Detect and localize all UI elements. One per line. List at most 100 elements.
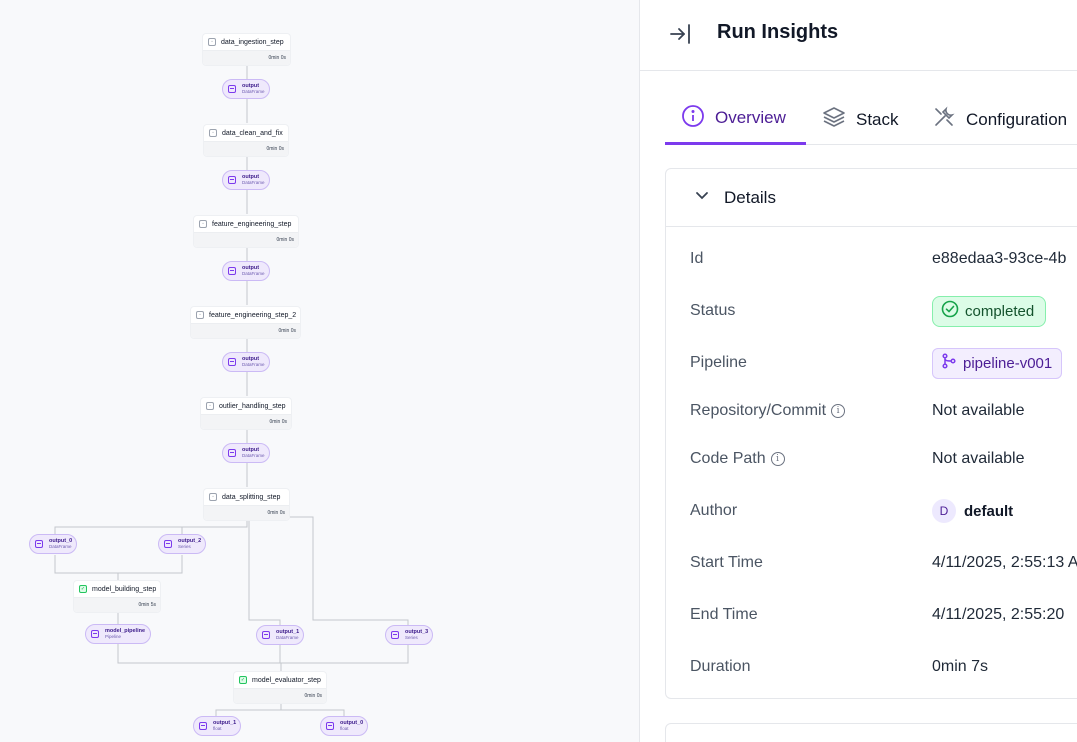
artifact-type: DataFrame: [242, 453, 265, 458]
tab-overview[interactable]: Overview: [665, 94, 806, 145]
detail-value: Not available: [932, 450, 1025, 467]
step-status-icon: ◦: [208, 38, 216, 46]
detail-key-label: Code Path: [690, 450, 766, 467]
detail-key: Pipeline: [690, 354, 747, 371]
detail-row-duration: Duration 0min 7s: [690, 655, 1077, 679]
detail-row-code-path: Code Path i Not available: [690, 447, 1077, 471]
detail-row-author: Author D default: [690, 499, 1077, 523]
tab-label: Overview: [715, 108, 786, 127]
tab-configuration[interactable]: Configuration: [916, 94, 1077, 145]
artifact-type: Series: [405, 635, 418, 640]
step-duration: 0min 0s: [267, 510, 285, 516]
dag-artifact[interactable]: output_0 float: [320, 716, 368, 736]
step-duration: 0min 0s: [304, 693, 322, 699]
details-toggle[interactable]: Details: [666, 169, 1077, 227]
next-section-card: [665, 723, 1077, 742]
dag-step-outlier-handling[interactable]: ◦ outlier_handling_step 0min 0s: [201, 398, 291, 429]
detail-key: Code Path i: [690, 450, 785, 468]
detail-value: Not available: [932, 402, 1025, 419]
dag-artifact[interactable]: model_pipeline Pipeline: [85, 624, 151, 644]
table-icon: [228, 176, 236, 184]
artifact-type: DataFrame: [242, 362, 265, 367]
dag-artifact[interactable]: output DataFrame: [222, 79, 270, 99]
detail-row-pipeline: Pipeline pipeline-v001: [690, 347, 1077, 379]
info-icon: [681, 104, 705, 133]
run-id-value[interactable]: e88edaa3-93ce-4b: [932, 250, 1066, 268]
author-name: default: [964, 502, 1014, 520]
avatar: D: [932, 499, 956, 523]
artifact-type: Series: [178, 544, 191, 549]
check-icon: ✓: [239, 676, 247, 684]
info-icon[interactable]: i: [831, 404, 846, 418]
dag-step-data-clean[interactable]: ◦ data_clean_and_fix 0min 0s: [204, 125, 288, 156]
dag-artifact[interactable]: output_2 Series: [158, 534, 206, 554]
detail-key: Id: [690, 250, 704, 267]
dag-step-data-ingestion[interactable]: ◦ data_ingestion_step 0min 0s: [203, 34, 290, 65]
tab-label: Configuration: [966, 109, 1068, 129]
dag-step-feature-engineering-2[interactable]: ◦ feature_engineering_step_2 0min 0s: [191, 307, 300, 338]
check-circle-icon: [941, 300, 959, 322]
pipeline-icon: [941, 353, 957, 373]
panel-title: Run Insights: [717, 21, 839, 43]
dag-artifact[interactable]: output DataFrame: [222, 261, 270, 281]
detail-value: 4/11/2025, 2:55:20: [932, 606, 1065, 623]
step-name: feature_engineering_step_2: [209, 311, 297, 319]
table-icon: [262, 631, 270, 639]
dag-artifact[interactable]: output DataFrame: [222, 352, 270, 372]
step-duration: 0min 0s: [266, 146, 284, 152]
details-title: Details: [724, 187, 776, 207]
dag-artifact[interactable]: output_0 DataFrame: [29, 534, 77, 554]
tab-label: Stack: [856, 109, 899, 129]
dag-artifact[interactable]: output_1 float: [193, 716, 241, 736]
details-card: Details Id e88edaa3-93ce-4b Status compl…: [665, 168, 1077, 699]
step-status-icon: ◦: [196, 311, 204, 319]
status-badge: completed: [932, 295, 1047, 327]
step-name: model_building_step: [92, 585, 157, 593]
table-icon: [228, 358, 236, 366]
panel-header: Run Insights: [640, 0, 1077, 71]
table-icon: [228, 85, 236, 93]
step-status-icon: ◦: [199, 220, 207, 228]
step-duration: 0min 0s: [276, 237, 294, 243]
step-name: outlier_handling_step: [219, 402, 286, 410]
detail-row-repository: Repository/Commit i Not available: [690, 399, 1077, 423]
dag-canvas[interactable]: ◦ data_ingestion_step 0min 0s ◦ data_clean…: [0, 0, 639, 742]
pipeline-link[interactable]: pipeline-v001: [932, 347, 1063, 379]
dag-step-data-splitting[interactable]: ◦ data_splitting_step 0min 0s: [204, 489, 289, 520]
info-icon[interactable]: i: [770, 452, 785, 466]
table-icon: [35, 540, 43, 548]
step-status-icon: ◦: [209, 493, 217, 501]
dag-artifact[interactable]: output_3 Series: [385, 625, 433, 645]
artifact-type: DataFrame: [242, 89, 265, 94]
step-name: data_clean_and_fix: [222, 129, 283, 137]
run-insights-panel: Run Insights Overview Stack Configuratio…: [639, 0, 1077, 742]
detail-row-start-time: Start Time 4/11/2025, 2:55:13 A: [690, 551, 1077, 575]
tab-stack[interactable]: Stack: [806, 94, 916, 145]
step-status-icon: ◦: [209, 129, 217, 137]
step-name: data_ingestion_step: [221, 38, 284, 46]
detail-key: Status: [690, 302, 736, 319]
table-icon: [199, 722, 207, 730]
dag-step-feature-engineering[interactable]: ◦ feature_engineering_step 0min 0s: [194, 216, 298, 247]
dag-step-model-evaluator[interactable]: ✓ model_evaluator_step 0min 0s: [234, 672, 326, 703]
artifact-type: DataFrame: [242, 271, 265, 276]
step-name: data_splitting_step: [222, 493, 281, 501]
layers-icon: [822, 105, 846, 134]
step-duration: 0min 0s: [278, 328, 296, 334]
step-name: feature_engineering_step: [212, 220, 292, 228]
collapse-panel-icon[interactable]: [668, 22, 692, 46]
step-status-icon: ◦: [206, 402, 214, 410]
dag-artifact[interactable]: output_1 DataFrame: [256, 625, 304, 645]
detail-key: End Time: [690, 606, 758, 623]
model-icon: [91, 630, 99, 638]
detail-key: Duration: [690, 658, 751, 675]
status-text: completed: [965, 302, 1035, 320]
detail-value: 4/11/2025, 2:55:13 A: [932, 554, 1077, 571]
detail-value: 0min 7s: [932, 658, 989, 675]
dag-artifact[interactable]: output DataFrame: [222, 170, 270, 190]
dag-step-model-building[interactable]: ✓ model_building_step 0min 5s: [74, 581, 160, 612]
artifact-type: float: [340, 726, 349, 731]
chevron-down-icon: [694, 187, 710, 208]
artifact-type: Pipeline: [105, 634, 122, 639]
dag-artifact[interactable]: output DataFrame: [222, 443, 270, 463]
